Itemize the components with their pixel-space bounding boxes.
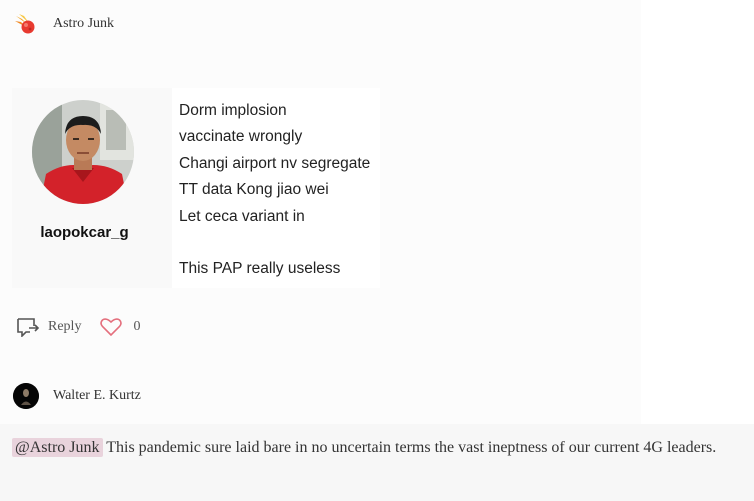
post-line: TT data Kong jiao wei	[179, 181, 329, 199]
reply-body: @Astro Junk This pandemic sure laid bare…	[0, 424, 754, 501]
reply-message: This pandemic sure laid bare in no uncer…	[102, 439, 717, 456]
mention-tag[interactable]: @Astro Junk	[12, 438, 103, 457]
meteor-logo-icon[interactable]	[14, 13, 36, 35]
embedded-post-username: laopokcar_g	[40, 224, 129, 241]
post-line	[179, 230, 370, 256]
reply-text: @Astro Junk This pandemic sure laid bare…	[12, 434, 742, 461]
post-line: vaccinate wrongly	[179, 128, 303, 146]
like-count: 0	[133, 319, 141, 334]
reply-icon[interactable]	[16, 317, 40, 338]
reply-button[interactable]: Reply	[48, 319, 81, 335]
reply-author-name[interactable]: Walter E. Kurtz	[53, 388, 141, 404]
comment-author-name[interactable]: Astro Junk	[53, 16, 114, 32]
embedded-post-text: Dorm implosion vaccinate wrongly Changi …	[179, 98, 370, 283]
reply-header: Walter E. Kurtz	[13, 383, 141, 409]
reply-avatar[interactable]	[13, 383, 39, 409]
post-line: Changi airport nv segregate	[179, 154, 371, 172]
comment-header: Astro Junk	[14, 12, 114, 36]
profile-photo	[32, 100, 134, 204]
embedded-post-card: laopokcar_g Dorm implosion vaccinate wro…	[12, 88, 380, 288]
post-line: Let ceca variant in	[179, 207, 305, 225]
heart-icon[interactable]	[99, 317, 123, 337]
comment-actions: Reply 0	[16, 316, 140, 338]
post-line: Dorm implosion	[179, 102, 287, 119]
post-line: This PAP really useless	[179, 260, 341, 278]
